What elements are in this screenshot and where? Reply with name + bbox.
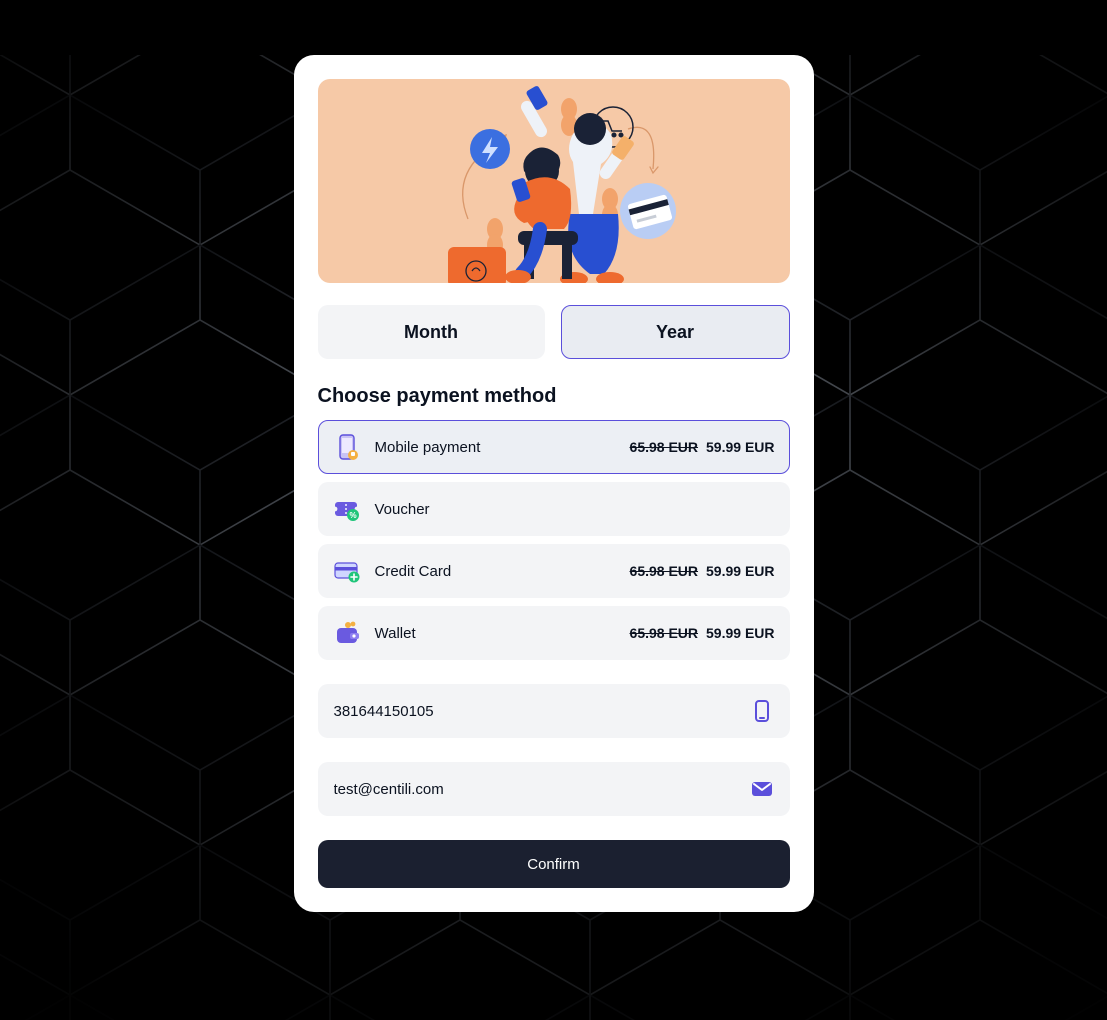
mail-icon xyxy=(750,777,774,801)
phone-input[interactable] xyxy=(334,703,750,720)
price-new: 59.99 EUR xyxy=(706,563,774,579)
price-old: 65.98 EUR xyxy=(630,625,698,641)
voucher-icon: % xyxy=(333,495,361,523)
price-new: 59.99 EUR xyxy=(706,439,774,455)
method-wallet[interactable]: Wallet 65.98 EUR 59.99 EUR xyxy=(318,606,790,660)
billing-period-tabs: Month Year xyxy=(318,305,790,359)
method-prices: 65.98 EUR 59.99 EUR xyxy=(630,439,775,455)
payment-methods: Mobile payment 65.98 EUR 59.99 EUR % Vou… xyxy=(318,420,790,660)
price-new: 59.99 EUR xyxy=(706,625,774,641)
email-input[interactable] xyxy=(334,781,750,798)
tab-year[interactable]: Year xyxy=(561,305,790,359)
price-old: 65.98 EUR xyxy=(630,439,698,455)
method-label: Wallet xyxy=(375,625,630,642)
method-mobile-payment[interactable]: Mobile payment 65.98 EUR 59.99 EUR xyxy=(318,420,790,474)
svg-text:%: % xyxy=(349,511,356,520)
hero-illustration xyxy=(318,79,790,283)
tab-month[interactable]: Month xyxy=(318,305,545,359)
method-prices: 65.98 EUR 59.99 EUR xyxy=(630,563,775,579)
method-label: Voucher xyxy=(375,501,775,518)
phone-field[interactable] xyxy=(318,684,790,738)
wallet-icon xyxy=(333,619,361,647)
method-voucher[interactable]: % Voucher xyxy=(318,482,790,536)
method-label: Mobile payment xyxy=(375,439,630,456)
method-prices: 65.98 EUR 59.99 EUR xyxy=(630,625,775,641)
phone-icon xyxy=(750,699,774,723)
mobile-payment-icon xyxy=(333,433,361,461)
price-old: 65.98 EUR xyxy=(630,563,698,579)
method-credit-card[interactable]: Credit Card 65.98 EUR 59.99 EUR xyxy=(318,544,790,598)
payment-card: Month Year Choose payment method Mobile … xyxy=(294,55,814,912)
method-label: Credit Card xyxy=(375,563,630,580)
credit-card-icon xyxy=(333,557,361,585)
email-field[interactable] xyxy=(318,762,790,816)
confirm-button[interactable]: Confirm xyxy=(318,840,790,888)
section-title: Choose payment method xyxy=(318,385,790,408)
